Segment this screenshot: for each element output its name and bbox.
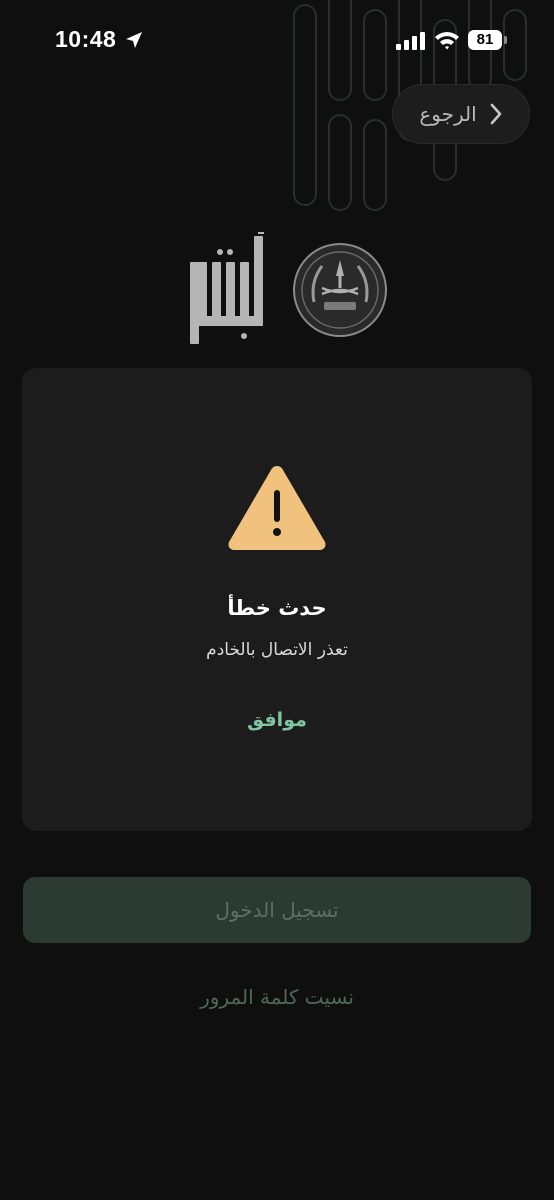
- absher-logo: [190, 232, 264, 344]
- wifi-icon: [435, 32, 459, 50]
- status-time: 10:48: [55, 26, 117, 52]
- status-bar: 10:48 81: [0, 0, 554, 80]
- battery-level: 81: [468, 30, 502, 50]
- ok-button[interactable]: موافق: [227, 703, 327, 737]
- location-arrow-icon: [126, 32, 142, 48]
- forgot-password-link[interactable]: نسيت كلمة المرور: [0, 985, 554, 1009]
- logos: [186, 232, 396, 352]
- back-button[interactable]: الرجوع: [392, 84, 530, 144]
- battery-indicator: 81: [468, 30, 508, 52]
- login-button[interactable]: تسجيل الدخول: [23, 877, 531, 943]
- error-dialog: حدث خطأ تعذر الاتصال بالخادم موافق: [22, 368, 532, 831]
- cellular-signal-icon: [396, 32, 425, 50]
- dialog-title: حدث خطأ: [227, 596, 327, 620]
- ministry-emblem: [293, 243, 387, 337]
- warning-triangle-icon: [228, 466, 326, 550]
- battery-tip: [504, 36, 507, 44]
- chevron-right-icon: [490, 103, 501, 125]
- back-label: الرجوع: [419, 102, 477, 126]
- dialog-message: تعذر الاتصال بالخادم: [206, 640, 348, 660]
